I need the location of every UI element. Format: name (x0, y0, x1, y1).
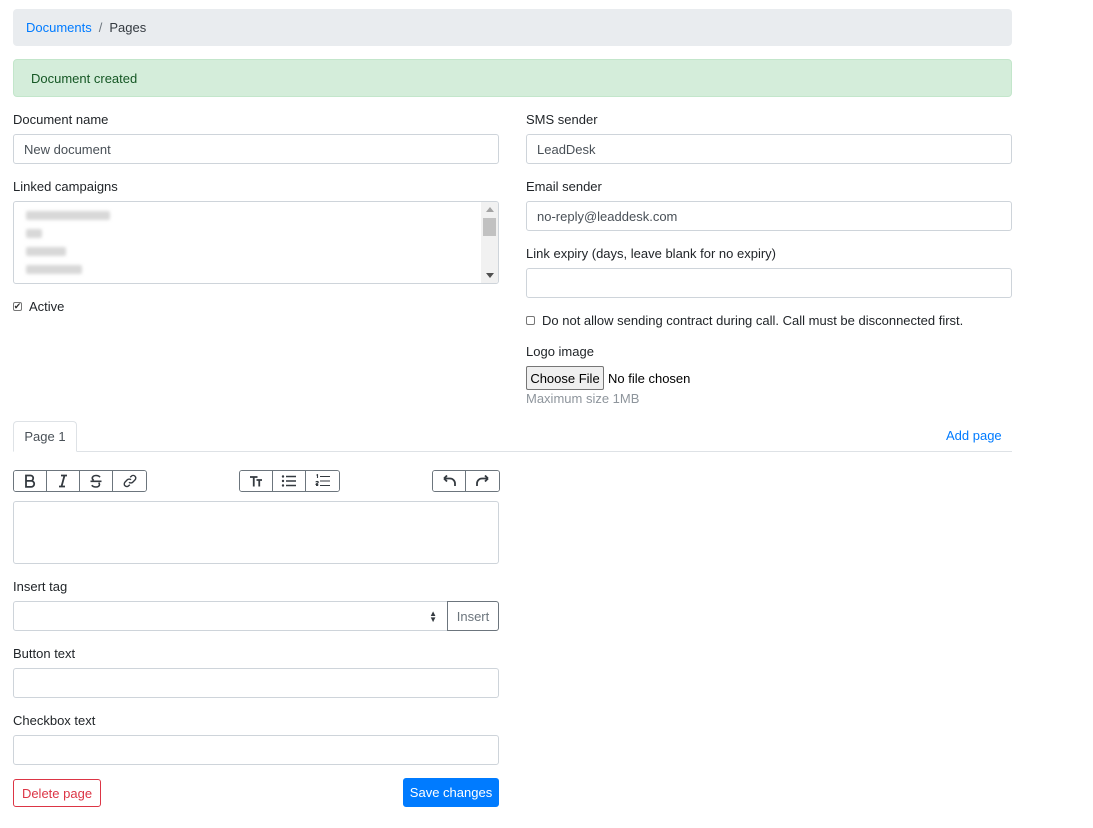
no-contract-checkbox-row: Do not allow sending contract during cal… (526, 313, 963, 328)
active-label: Active (29, 299, 65, 314)
campaign-option[interactable] (26, 247, 66, 256)
strikethrough-button[interactable] (80, 471, 113, 491)
redo-icon (475, 475, 489, 486)
email-sender-label: Email sender (526, 179, 602, 194)
campaign-option[interactable] (26, 265, 82, 274)
bold-icon (25, 474, 36, 488)
no-contract-checkbox[interactable] (526, 316, 535, 325)
strikethrough-icon (90, 474, 102, 488)
file-status: No file chosen (608, 371, 691, 386)
success-alert: Document created (13, 59, 1012, 97)
logo-image-label: Logo image (526, 344, 594, 359)
logo-size-hint: Maximum size 1MB (526, 391, 640, 406)
sms-sender-input[interactable]: LeadDesk (526, 134, 1012, 164)
numbered-list-button[interactable] (306, 471, 339, 491)
document-name-input[interactable]: New document (13, 134, 499, 164)
breadcrumb: Documents / Pages (13, 9, 1012, 46)
listbox-scrollbar[interactable] (481, 202, 498, 283)
linked-campaigns-label: Linked campaigns (13, 179, 118, 194)
email-sender-input[interactable]: no-reply@leaddesk.com (526, 201, 1012, 231)
active-checkbox[interactable]: ✔ (13, 302, 22, 311)
text-size-button[interactable] (240, 471, 273, 491)
document-name-label: Document name (13, 112, 109, 127)
page-content-editor[interactable] (13, 501, 499, 564)
insert-button[interactable]: Insert (447, 601, 499, 631)
button-text-input[interactable] (13, 668, 499, 698)
no-contract-label: Do not allow sending contract during cal… (542, 313, 964, 328)
redo-button[interactable] (466, 471, 499, 491)
sms-sender-label: SMS sender (526, 112, 598, 127)
italic-button[interactable] (47, 471, 80, 491)
bulleted-list-icon (281, 475, 296, 487)
button-text-label: Button text (13, 646, 76, 661)
checkbox-text-input[interactable] (13, 735, 499, 765)
campaign-option[interactable] (26, 211, 110, 220)
undo-icon (443, 475, 456, 486)
link-button[interactable] (113, 471, 146, 491)
insert-tag-label: Insert tag (13, 579, 68, 594)
scroll-up-icon[interactable] (486, 207, 494, 212)
campaign-option[interactable] (26, 229, 42, 238)
active-checkbox-row: ✔ Active (13, 299, 64, 314)
insert-tag-select[interactable]: ▲ ▼ (13, 601, 448, 631)
delete-page-button[interactable]: Delete page (13, 779, 101, 807)
block-toolbar-group (239, 470, 340, 492)
bulleted-list-button[interactable] (273, 471, 306, 491)
scroll-down-icon[interactable] (486, 273, 494, 278)
history-toolbar-group (432, 470, 500, 492)
choose-file-button[interactable]: Choose File (526, 366, 604, 390)
link-expiry-input[interactable] (526, 268, 1012, 298)
breadcrumb-separator: / (98, 20, 103, 35)
tabs-divider (13, 451, 1012, 452)
add-page-link[interactable]: Add page (946, 428, 1002, 443)
italic-icon (59, 474, 67, 488)
link-expiry-label: Link expiry (days, leave blank for no ex… (526, 246, 777, 261)
format-toolbar-group (13, 470, 147, 492)
linked-campaigns-select[interactable] (13, 201, 499, 284)
undo-button[interactable] (433, 471, 466, 491)
numbered-list-icon (314, 474, 330, 487)
breadcrumb-documents-link[interactable]: Documents (26, 20, 92, 35)
bold-button[interactable] (14, 471, 47, 491)
save-changes-button[interactable]: Save changes (403, 778, 499, 807)
select-arrows-icon: ▲ ▼ (429, 609, 437, 624)
checkbox-text-label: Checkbox text (13, 713, 96, 728)
text-size-icon (250, 476, 262, 487)
tab-page-1[interactable]: Page 1 (13, 421, 77, 452)
scrollbar-thumb[interactable] (483, 218, 496, 236)
link-icon (123, 474, 136, 488)
breadcrumb-current: Pages (109, 20, 147, 35)
